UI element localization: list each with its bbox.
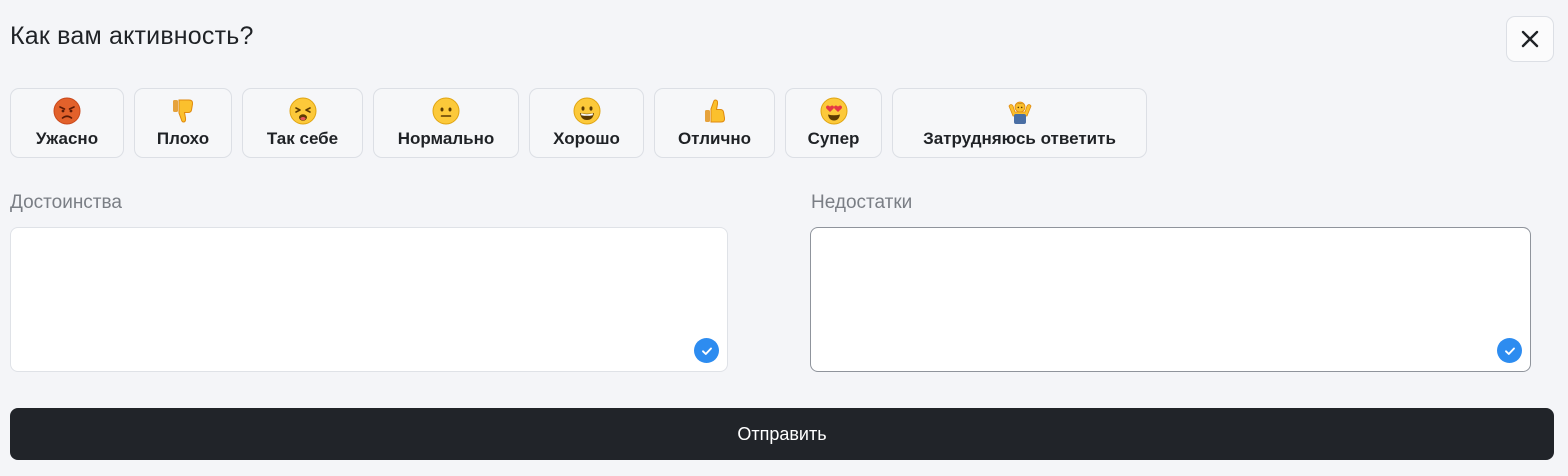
person-shrugging-icon <box>1006 97 1034 125</box>
cons-label: Недостатки <box>811 192 913 213</box>
rating-label: Супер <box>807 129 860 148</box>
pros-label: Достоинства <box>10 192 122 213</box>
check-icon <box>1497 338 1522 363</box>
submit-button[interactable]: Отправить <box>10 408 1554 460</box>
rating-label: Отлично <box>677 129 752 148</box>
dialog-title: Как вам активность? <box>10 22 254 50</box>
thumbs-down-icon <box>169 97 197 125</box>
rating-label: Ужасно <box>35 129 99 148</box>
rating-terrible[interactable]: Ужасно <box>10 88 124 158</box>
rating-label: Хорошо <box>553 129 620 148</box>
rating-label: Так себе <box>266 129 339 148</box>
pros-textarea[interactable] <box>11 228 727 371</box>
cons-field-wrapper <box>810 227 1531 372</box>
angry-face-icon <box>53 97 81 125</box>
rating-hard-to-say[interactable]: Затрудняюсь ответить <box>892 88 1147 158</box>
rating-excellent[interactable]: Отлично <box>654 88 775 158</box>
grinning-face-icon <box>573 97 601 125</box>
heart-eyes-face-icon <box>820 97 848 125</box>
rating-label: Нормально <box>397 129 495 148</box>
rating-options: Ужасно Плохо Так себе Нормально Хорошо О… <box>10 88 1147 158</box>
tired-face-icon <box>289 97 317 125</box>
close-icon <box>1521 30 1539 48</box>
pros-field-wrapper <box>10 227 728 372</box>
rating-label: Затрудняюсь ответить <box>923 129 1116 148</box>
rating-bad[interactable]: Плохо <box>134 88 232 158</box>
rating-super[interactable]: Супер <box>785 88 882 158</box>
close-button[interactable] <box>1506 16 1554 62</box>
rating-good[interactable]: Хорошо <box>529 88 644 158</box>
neutral-face-icon <box>432 97 460 125</box>
cons-textarea[interactable] <box>811 228 1530 371</box>
check-icon <box>694 338 719 363</box>
rating-normal[interactable]: Нормально <box>373 88 519 158</box>
rating-so-so[interactable]: Так себе <box>242 88 363 158</box>
thumbs-up-icon <box>701 97 729 125</box>
rating-label: Плохо <box>156 129 210 148</box>
